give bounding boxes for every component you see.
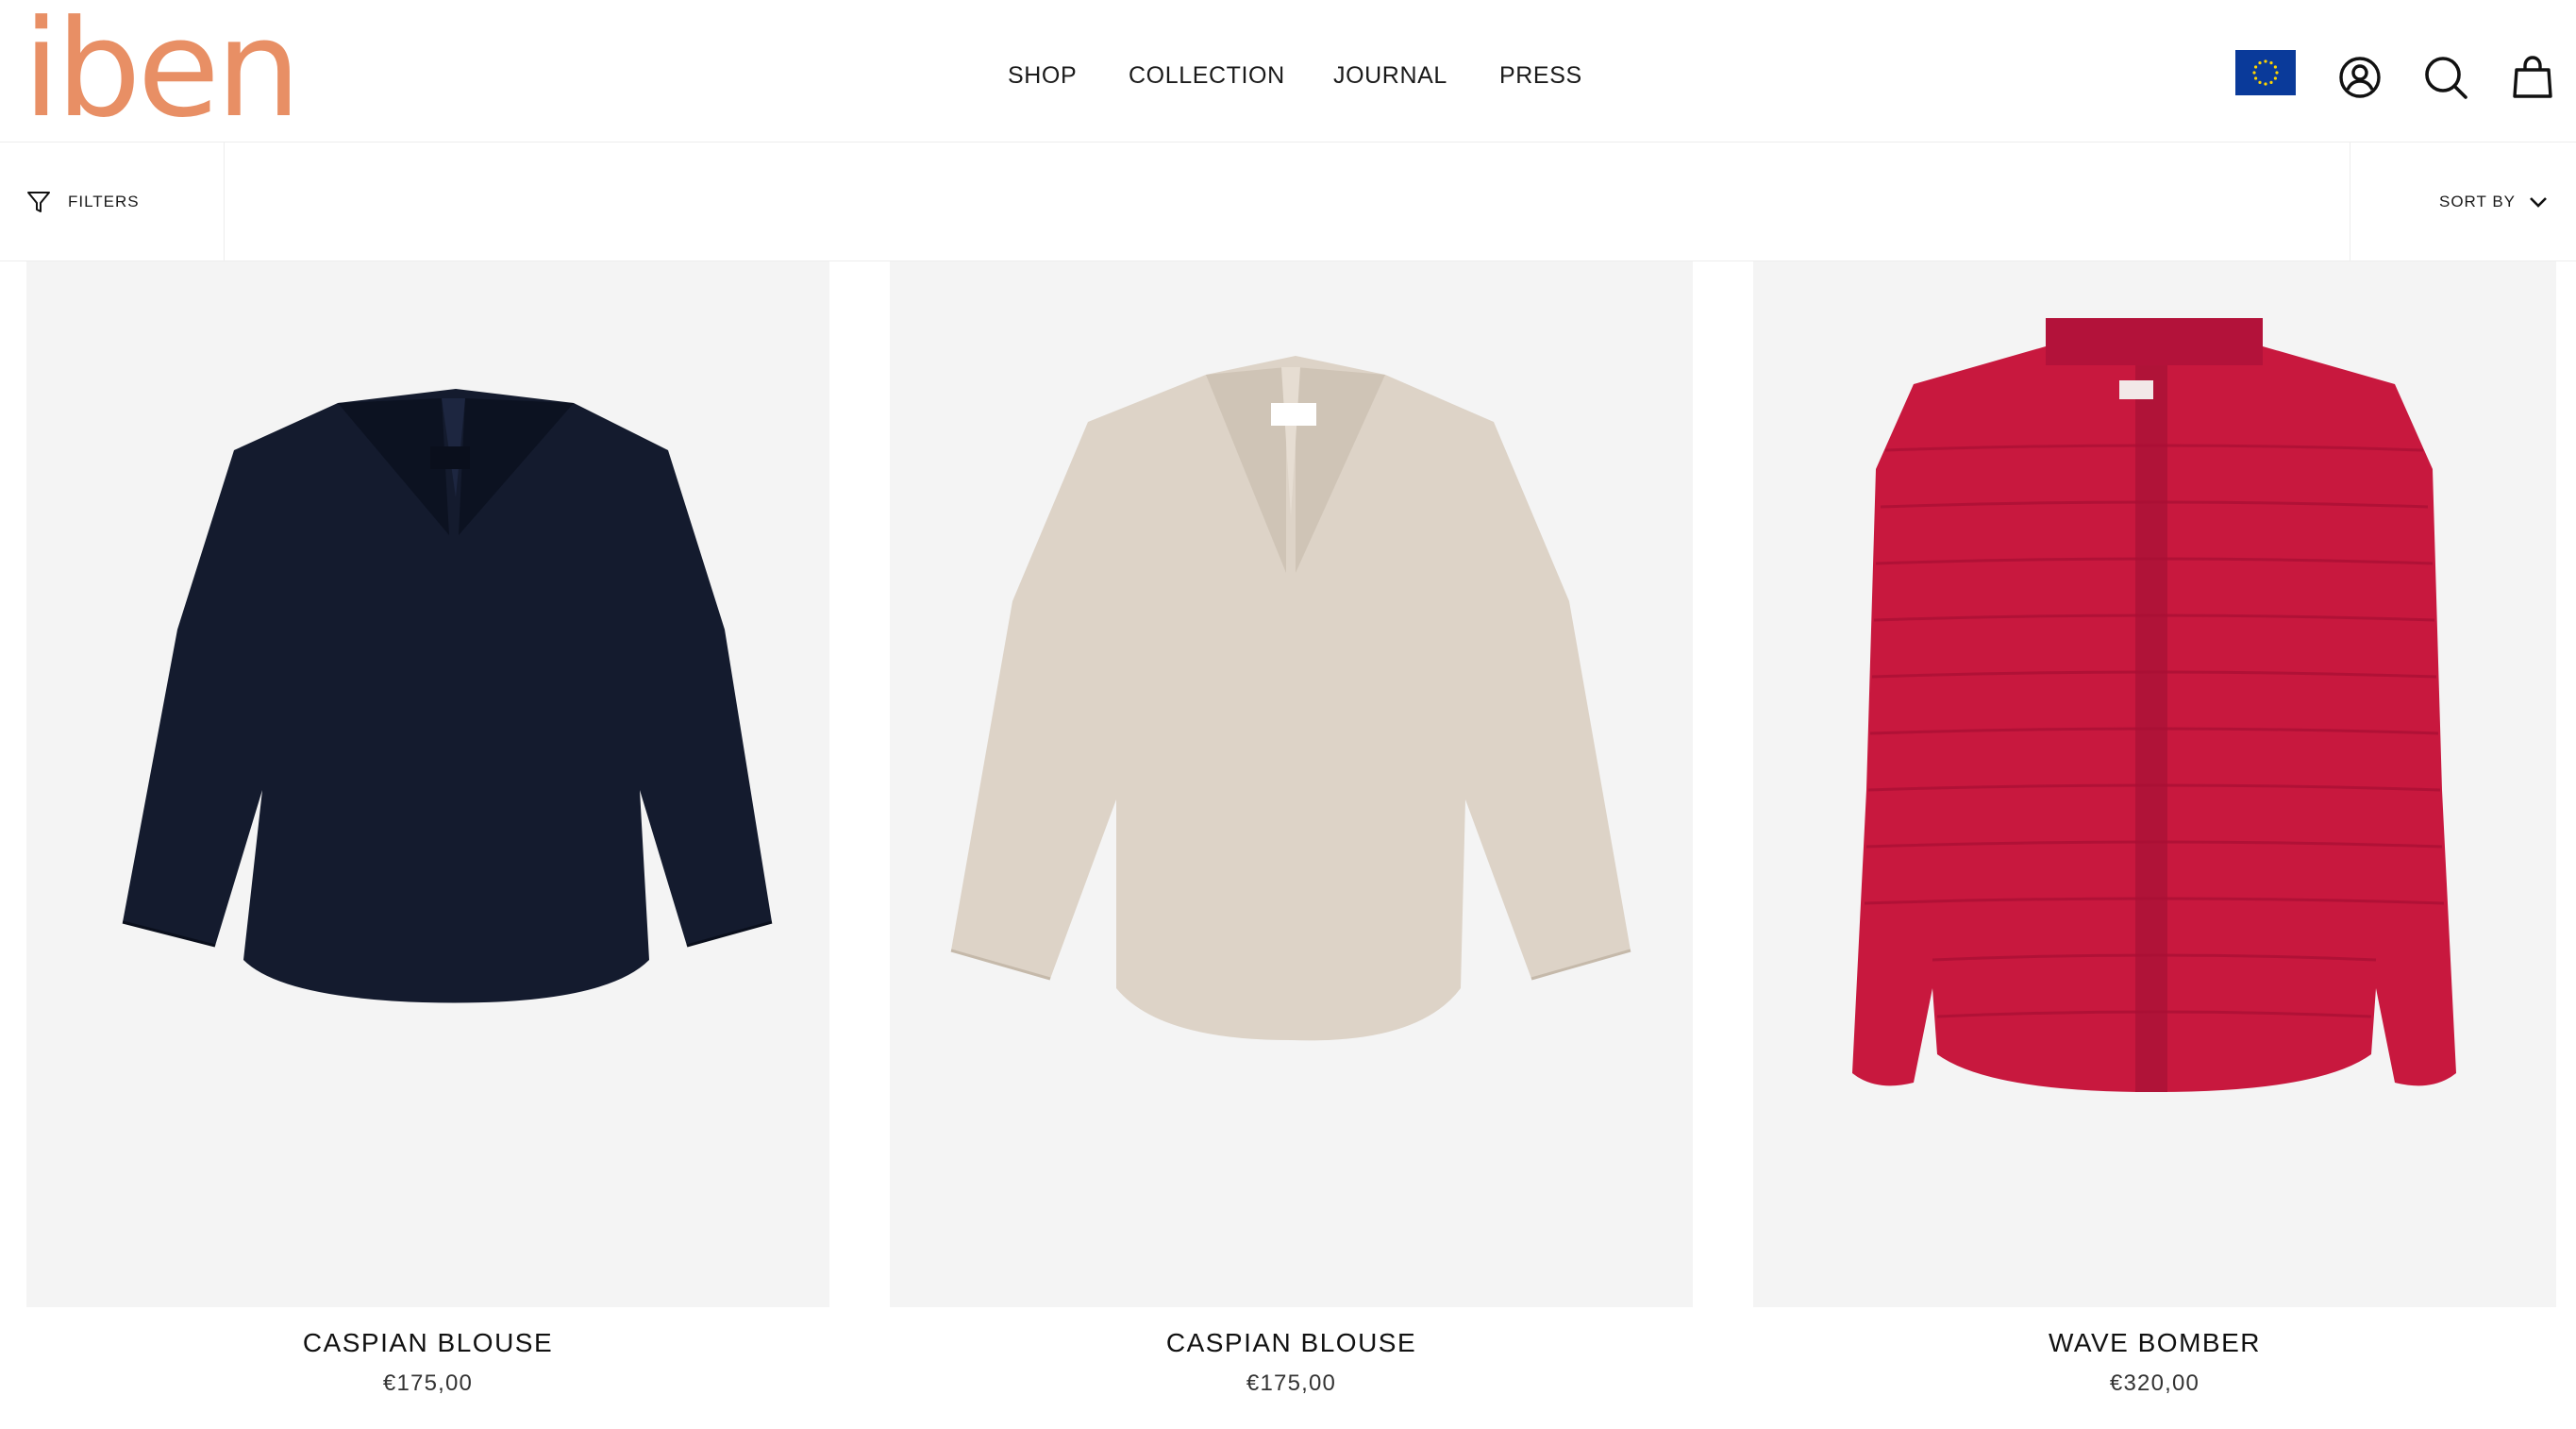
- product-price: €175,00: [382, 1370, 474, 1396]
- bomber-image: [1852, 318, 2456, 1092]
- product-card[interactable]: WAVE BOMBER €320,00: [1753, 261, 2556, 1398]
- product-grid: CASPIAN BLOUSE €175,00 CASPIAN BLOUSE €1…: [0, 261, 2576, 1429]
- account-icon[interactable]: [2332, 49, 2388, 106]
- site-header: iben SHOP COLLECTION JOURNAL PRESS: [0, 0, 2576, 143]
- product-title[interactable]: WAVE BOMBER: [1753, 1326, 2556, 1360]
- eu-flag-icon[interactable]: [2235, 50, 2296, 95]
- eu-stars: [2252, 59, 2279, 86]
- product-image[interactable]: [1753, 261, 2556, 1307]
- nav-item-shop[interactable]: SHOP: [1008, 59, 1077, 92]
- nav-item-collection[interactable]: COLLECTION: [1129, 59, 1285, 92]
- search-icon[interactable]: [2417, 49, 2474, 106]
- nav-item-journal[interactable]: JOURNAL: [1333, 59, 1447, 92]
- product-card[interactable]: CASPIAN BLOUSE €175,00: [26, 261, 829, 1398]
- blouse-image: [122, 389, 773, 1003]
- product-image[interactable]: [26, 261, 829, 1307]
- collection-toolbar: FILTERS SORT BY: [0, 143, 2576, 261]
- product-card[interactable]: CASPIAN BLOUSE €175,00: [890, 261, 1693, 1398]
- product-image[interactable]: [890, 261, 1693, 1307]
- sort-by-dropdown[interactable]: SORT BY: [2350, 143, 2576, 261]
- sort-by-label: SORT BY: [2438, 193, 2516, 210]
- nav-item-press[interactable]: PRESS: [1499, 59, 1582, 92]
- filter-icon: [27, 192, 50, 212]
- product-title[interactable]: CASPIAN BLOUSE: [890, 1326, 1693, 1360]
- bag-icon[interactable]: [2504, 49, 2561, 106]
- product-title[interactable]: CASPIAN BLOUSE: [26, 1326, 829, 1360]
- blouse-image: [950, 356, 1631, 1041]
- main-nav: SHOP COLLECTION JOURNAL PRESS: [0, 59, 2576, 92]
- filters-button[interactable]: FILTERS: [0, 143, 225, 261]
- product-price: €320,00: [2109, 1370, 2200, 1396]
- product-price: €175,00: [1246, 1370, 1337, 1396]
- chevron-down-icon: [2530, 197, 2547, 208]
- filters-label: FILTERS: [68, 193, 140, 210]
